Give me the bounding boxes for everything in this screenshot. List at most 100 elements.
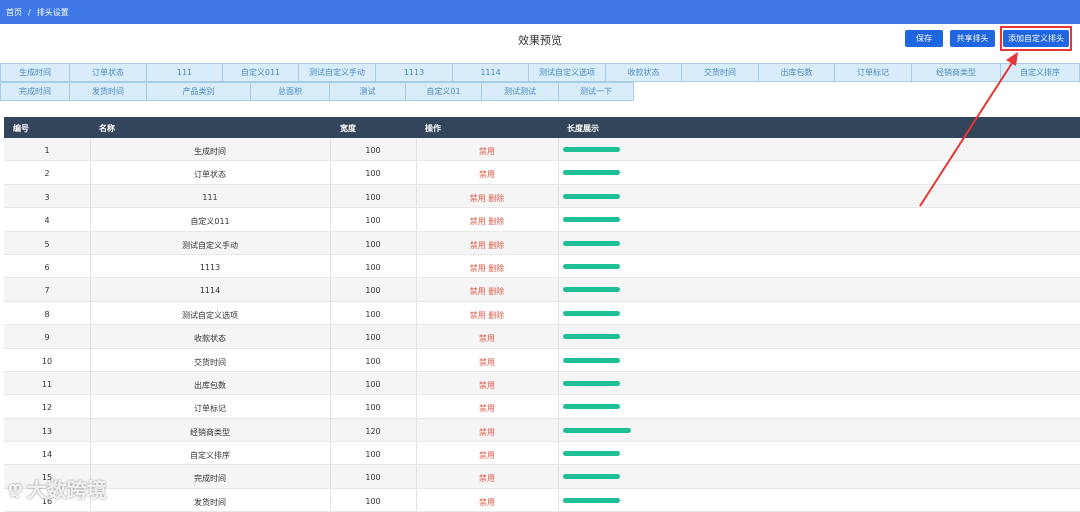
column-divider <box>416 301 417 325</box>
column-divider <box>90 348 91 371</box>
row-width: 100 <box>365 356 381 366</box>
header-cell[interactable]: 自定义01 <box>405 82 482 101</box>
row-width: 100 <box>365 239 381 249</box>
header-cell[interactable]: 生成时间 <box>0 63 70 82</box>
column-divider <box>90 184 91 208</box>
header-cell[interactable]: 自定义011 <box>222 63 299 82</box>
row-number: 1 <box>44 146 50 155</box>
row-width: 100 <box>365 473 381 483</box>
table-row: 5 测试自定义手动 100 禁用 删除 <box>4 231 1080 255</box>
table-row: 9 收款状态 100 禁用 <box>4 325 1080 349</box>
header-cell[interactable]: 测试一下 <box>558 82 634 101</box>
header-cell[interactable]: 订单状态 <box>69 63 147 82</box>
column-divider <box>416 138 417 161</box>
header-cell[interactable]: 测试自定义手动 <box>298 63 376 82</box>
row-number: 8 <box>44 309 50 319</box>
row-actions[interactable]: 禁用 <box>416 357 558 368</box>
row-actions[interactable]: 禁用 <box>416 450 558 461</box>
header-cell[interactable]: 自定义排序 <box>1000 63 1080 82</box>
row-actions[interactable]: 禁用 <box>416 146 558 157</box>
table-row: 1 生成时间 100 禁用 <box>4 138 1080 162</box>
header-cell[interactable]: 测试自定义选项 <box>528 63 606 82</box>
header-cell[interactable]: 经销商类型 <box>911 63 1001 82</box>
row-actions[interactable]: 禁用 <box>416 333 558 344</box>
header-cell[interactable]: 1114 <box>452 63 529 82</box>
row-actions[interactable]: 禁用 <box>416 403 558 414</box>
table-row: 13 经销商类型 120 禁用 <box>4 418 1080 443</box>
column-divider <box>90 442 91 465</box>
row-number: 10 <box>41 356 53 366</box>
length-bar <box>563 334 620 340</box>
header-cell[interactable]: 111 <box>146 63 223 82</box>
header-cell[interactable]: 发货时间 <box>69 82 147 101</box>
header-cell[interactable]: 出库包数 <box>758 63 835 82</box>
header-cell[interactable]: 交货时间 <box>681 63 759 82</box>
row-actions[interactable]: 禁用 删除 <box>416 286 558 297</box>
column-divider <box>90 418 91 442</box>
row-width: 100 <box>365 309 381 319</box>
row-actions[interactable]: 禁用 <box>416 169 558 180</box>
column-divider <box>416 418 417 442</box>
row-actions[interactable]: 禁用 删除 <box>416 263 558 274</box>
row-actions[interactable]: 禁用 <box>416 427 558 438</box>
length-bar <box>563 310 620 316</box>
row-actions[interactable]: 禁用 删除 <box>416 216 558 227</box>
header-cell[interactable]: 订单标记 <box>834 63 912 82</box>
row-number: 2 <box>44 169 50 179</box>
table-row: 11 出库包数 100 禁用 <box>4 371 1080 396</box>
header-cell[interactable]: 产品类别 <box>146 82 251 101</box>
table-row: 6 1113 100 禁用 删除 <box>4 254 1080 279</box>
column-divider <box>330 301 331 325</box>
column-divider <box>330 138 331 161</box>
column-divider <box>416 348 417 371</box>
length-bar <box>563 380 620 386</box>
row-actions[interactable]: 禁用 删除 <box>416 193 558 204</box>
row-actions[interactable]: 禁用 <box>416 380 558 391</box>
column-divider <box>90 231 91 254</box>
column-divider <box>90 208 91 231</box>
table-row: 12 订单标记 100 禁用 <box>4 395 1080 419</box>
column-divider <box>558 418 559 442</box>
header-cell[interactable]: 完成时间 <box>0 82 70 101</box>
row-name: 测试自定义手动 <box>182 240 238 250</box>
row-width: 100 <box>365 496 381 506</box>
row-number: 7 <box>44 286 50 296</box>
column-divider <box>558 278 559 301</box>
row-name: 测试自定义选项 <box>182 310 238 320</box>
row-actions[interactable]: 禁用 <box>416 497 558 508</box>
column-divider <box>558 442 559 465</box>
table-row: 2 订单状态 100 禁用 <box>4 161 1080 185</box>
column-divider <box>416 371 417 395</box>
row-actions[interactable]: 禁用 <box>416 473 558 484</box>
header-cell[interactable]: 测试 <box>329 82 406 101</box>
column-divider <box>90 325 91 348</box>
save-button[interactable]: 保存 <box>905 30 943 47</box>
column-divider <box>330 184 331 208</box>
breadcrumb-separator: / <box>28 7 31 17</box>
column-divider <box>558 231 559 254</box>
row-name: 自定义011 <box>190 217 230 227</box>
header-config-table: 编号 名称 宽度 操作 长度展示 1 生成时间 100 禁用 2 订单状态 100 禁用 3 11… <box>4 117 1080 512</box>
row-actions[interactable]: 禁用 删除 <box>416 310 558 321</box>
length-bar <box>563 263 620 269</box>
column-divider <box>330 395 331 418</box>
row-name: 出库包数 <box>194 380 226 390</box>
length-bar <box>563 287 620 293</box>
header-cell[interactable]: 总面积 <box>250 82 330 101</box>
column-divider <box>558 348 559 371</box>
header-cell[interactable]: 测试测试 <box>481 82 559 101</box>
header-cell[interactable]: 1113 <box>375 63 453 82</box>
column-divider <box>558 301 559 325</box>
row-name: 自定义排序 <box>190 451 230 461</box>
length-bar <box>563 240 620 246</box>
header-preview-row-2: 完成时间 发货时间 产品类别 总面积 测试 自定义01 测试测试 测试一下 <box>0 82 640 101</box>
header-cell[interactable]: 收款状态 <box>605 63 682 82</box>
share-header-button[interactable]: 共享排头 <box>950 30 995 47</box>
column-divider <box>416 465 417 488</box>
column-divider <box>558 208 559 231</box>
column-divider <box>330 208 331 231</box>
column-divider <box>330 278 331 301</box>
row-width: 100 <box>365 216 381 226</box>
row-actions[interactable]: 禁用 删除 <box>416 240 558 251</box>
breadcrumb-home[interactable]: 首页 <box>6 7 22 18</box>
